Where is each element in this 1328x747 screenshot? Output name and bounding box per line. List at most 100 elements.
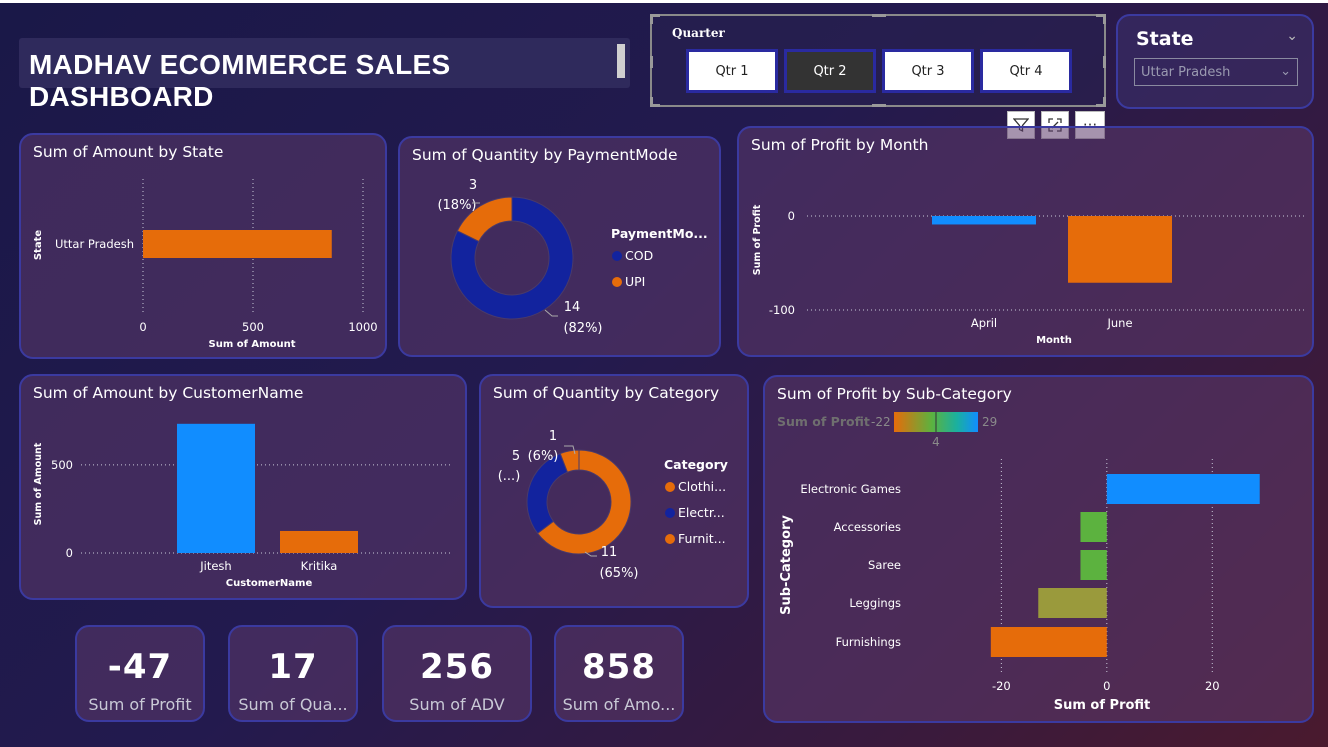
qty-by-payment-chart: 3 (18%) 14 (82%) PaymentMo... COD UPI — [437, 178, 707, 336]
x-axis-title: Sum of Profit — [1054, 698, 1151, 713]
y-tick-label: Electronic Games — [800, 482, 901, 496]
color-scale-max: 29 — [982, 415, 997, 429]
y-tick-label: 0 — [66, 546, 73, 560]
legend-marker — [665, 534, 675, 544]
quarter-option-qtr3[interactable]: Qtr 3 — [882, 49, 974, 93]
amount-by-state-chart: 0 500 1000 Uttar Pradesh Sum of Amount State — [33, 179, 378, 350]
chevron-down-icon: ⌄ — [1280, 64, 1291, 79]
x-axis-title: Month — [1036, 335, 1072, 346]
data-label: (...) — [498, 469, 521, 484]
legend-marker — [665, 508, 675, 518]
kpi-value: 256 — [420, 647, 494, 687]
data-label: 5 — [512, 449, 520, 464]
profit-by-subcat-chart: Sum of Profit -22 294-20 0 20Electronic Game… — [777, 412, 1260, 713]
resize-handle[interactable] — [1103, 97, 1106, 107]
resize-handle[interactable] — [650, 14, 653, 24]
quarter-option-qtr1[interactable]: Qtr 1 — [686, 49, 778, 93]
bar — [280, 530, 358, 553]
dashboard-title-box: MADHAV ECOMMERCE SALES DASHBOARD — [19, 38, 630, 112]
data-label: (82%) — [563, 321, 602, 336]
x-tick-label: April — [971, 316, 997, 330]
legend-item: UPI — [625, 274, 645, 289]
quarter-slicer[interactable]: Quarter Qtr 1 Qtr 2 Qtr 3 Qtr 4 — [650, 14, 1106, 107]
amount-by-customer-card: Sum of Amount by CustomerName 0 500 Jitesh… — [19, 374, 467, 600]
kpi-label: Sum of Amo... — [562, 695, 676, 714]
y-tick-label: 0 — [788, 209, 795, 223]
y-tick-label: Accessories — [834, 520, 901, 534]
kpi-label: Sum of ADV — [409, 695, 505, 714]
bar — [990, 627, 1107, 657]
bar — [1080, 512, 1107, 542]
data-label: 11 — [601, 545, 618, 560]
state-slicer[interactable]: State ⌄ Uttar Pradesh ⌄ — [1116, 14, 1314, 109]
profit-by-month-chart: 0 -100 April June Month Sum of Profit — [752, 204, 1304, 346]
bar — [1080, 550, 1107, 580]
leader-line — [544, 309, 558, 317]
legend-item: Furnit... — [678, 531, 726, 546]
kpi-card-amount: 858 Sum of Amo... — [554, 625, 684, 722]
y-tick-label: 500 — [51, 458, 73, 472]
bar — [1068, 216, 1172, 283]
top-border — [0, 0, 1328, 3]
state-dropdown-value: Uttar Pradesh — [1141, 65, 1231, 80]
bar — [1038, 588, 1107, 618]
bar — [177, 423, 255, 553]
state-dropdown[interactable]: Uttar Pradesh ⌄ — [1134, 58, 1298, 86]
x-axis-title: Sum of Amount — [209, 339, 296, 350]
legend-marker — [665, 482, 675, 492]
x-tick-label: 0 — [139, 320, 146, 334]
y-tick-label: Saree — [868, 558, 901, 572]
kpi-label: Sum of Profit — [88, 695, 192, 714]
legend-item: COD — [625, 248, 653, 263]
x-axis-title: CustomerName — [226, 578, 313, 589]
y-axis-title: Sum of Amount — [33, 442, 44, 525]
kpi-card-quantity: 17 Sum of Qua... — [228, 625, 358, 722]
resize-handle[interactable] — [872, 104, 886, 107]
data-label: 14 — [564, 300, 581, 315]
bar — [1106, 474, 1260, 504]
resize-handle[interactable] — [650, 56, 653, 68]
data-label: (65%) — [599, 566, 638, 581]
quarter-slicer-label: Quarter — [672, 26, 725, 40]
x-tick-label: 1000 — [348, 320, 377, 334]
kpi-card-adv: 256 Sum of ADV — [382, 625, 532, 722]
legend-title: Category — [664, 457, 728, 472]
data-label: 1 — [549, 429, 557, 444]
kpi-value: -47 — [107, 647, 173, 687]
kpi-card-profit: -47 Sum of Profit — [75, 625, 205, 722]
y-tick-label: Uttar Pradesh — [55, 237, 134, 251]
y-tick-label: Furnishings — [836, 635, 901, 649]
y-axis-title: Sub-Category — [779, 515, 794, 615]
chevron-down-icon[interactable]: ⌄ — [1286, 28, 1298, 44]
state-slicer-label: State — [1136, 28, 1194, 50]
quarter-option-qtr4[interactable]: Qtr 4 — [980, 49, 1072, 93]
dashboard-title: MADHAV ECOMMERCE SALES DASHBOARD — [29, 49, 451, 112]
resize-handle[interactable] — [650, 97, 653, 107]
resize-handle[interactable] — [872, 14, 886, 17]
qty-by-category-card: Sum of Quantity by Category 1 (6%) 5 (...) 1… — [479, 374, 749, 608]
legend-marker — [612, 277, 622, 287]
legend-item: Electr... — [678, 505, 725, 520]
x-tick-label: 500 — [242, 320, 264, 334]
y-tick-label: -100 — [769, 303, 795, 317]
data-label: 3 — [469, 178, 477, 193]
color-scale-min: -22 — [871, 415, 891, 429]
kpi-value: 858 — [582, 647, 656, 687]
kpi-label: Sum of Qua... — [238, 695, 348, 714]
amount-by-customer-chart: 0 500 Jitesh Kritika CustomerName Sum of Amou… — [33, 423, 453, 589]
qty-by-payment-card: Sum of Quantity by PaymentMode 3 (18%) 14(… — [398, 136, 721, 357]
data-label: (18%) — [437, 198, 476, 213]
resize-handle[interactable] — [1103, 56, 1106, 68]
x-tick-label: Jitesh — [199, 559, 231, 573]
title-accent-bar — [617, 44, 625, 78]
x-tick-label: June — [1106, 316, 1132, 330]
x-tick-label: 20 — [1205, 679, 1220, 693]
bar — [932, 216, 1036, 225]
donut-slice — [526, 452, 569, 535]
resize-handle[interactable] — [1103, 14, 1106, 24]
color-scale-title: Sum of Profit — [777, 414, 870, 429]
color-scale-mid: 4 — [932, 435, 940, 449]
x-tick-label: Kritika — [301, 559, 338, 573]
x-tick-label: 0 — [1103, 679, 1110, 693]
quarter-option-qtr2[interactable]: Qtr 2 — [784, 49, 876, 93]
